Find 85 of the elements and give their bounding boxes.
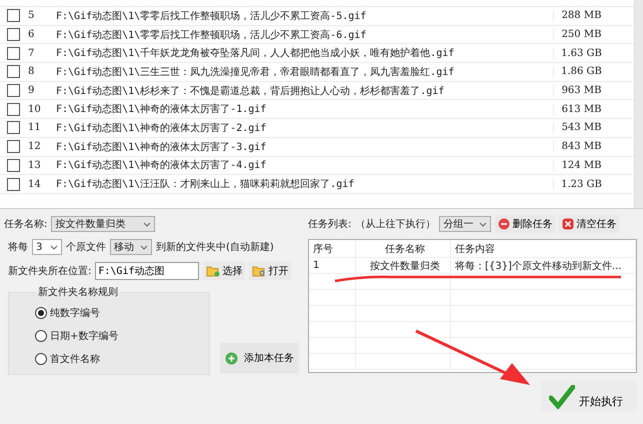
row-number: 11 — [28, 122, 42, 134]
rule-group-title: 新文件夹名称规则 — [37, 286, 119, 299]
close-icon — [562, 218, 574, 230]
group-dropdown[interactable]: 分组一 — [439, 216, 492, 232]
task-name-label: 任务名称: — [4, 218, 48, 231]
row-number: 13 — [28, 160, 42, 171]
row-number: 7 — [28, 48, 36, 59]
radio-circle[interactable] — [35, 306, 47, 318]
file-size: 1.23 GB — [553, 178, 609, 190]
row-checkbox[interactable] — [7, 46, 20, 60]
file-size: 1.86 GB — [553, 66, 609, 78]
select-button[interactable]: 选择 — [203, 262, 246, 280]
delete-task-button[interactable]: 删除任务 — [495, 215, 556, 233]
file-size: 288 MB — [553, 10, 609, 22]
plus-icon — [225, 352, 238, 364]
row-checkbox[interactable] — [7, 178, 20, 191]
row-checkbox[interactable] — [7, 65, 20, 78]
caret-icon — [143, 222, 152, 226]
file-size: 843 MB — [553, 141, 609, 152]
file-size: 250 MB — [553, 29, 609, 40]
add-task-button[interactable]: 添加本任务 — [220, 343, 299, 373]
file-size: 963 MB — [553, 85, 609, 96]
file-path: F:\Gif动态图\1\三生三世：凤九洗澡撞见帝君，帝君眼睛都看直了，凤九害羞脸红.gif — [56, 66, 456, 79]
file-path: F:\Gif动态图\1\神奇的液体太厉害了-3.gif — [56, 140, 268, 154]
row-number: 6 — [28, 29, 36, 40]
file-path: F:\Gif动态图\1\杉杉来了：不愧是霸道总裁，背后拥抱让人心动，杉杉都害羞了.gif — [56, 84, 446, 98]
row-number: 8 — [28, 66, 36, 78]
file-path: F:\Gif动态图\1\神奇的液体太厉害了-2.gif — [56, 122, 268, 135]
folder-icon — [252, 265, 266, 277]
rule-radio[interactable]: 日期+数字编号 — [35, 324, 209, 347]
file-path: F:\Gif动态图\1\汪汪队：才刚来山上，猫咪莉莉就想回家了.gif — [56, 178, 356, 192]
task-list-label: 任务列表: — [308, 218, 352, 231]
scrollbar[interactable] — [634, 0, 643, 208]
destination-label: 到新的文件夹中(自动新建) — [156, 240, 274, 254]
row-checkbox[interactable] — [7, 158, 20, 172]
caret-icon — [50, 244, 58, 250]
file-size: 1.63 GB — [553, 48, 609, 59]
per-label: 将每 — [8, 241, 28, 254]
open-button[interactable]: 打开 — [249, 262, 292, 280]
row-number: 5 — [28, 10, 36, 22]
radio-circle[interactable] — [35, 352, 47, 364]
task-name-dropdown[interactable]: 按文件数量归类 — [51, 216, 156, 232]
file-path: F:\Gif动态图\1\零零后找工作整顿职场，活儿少不累工资高-6.gif — [56, 28, 368, 42]
table-cell: 将每：[{3}]个原文件移动到新文件... — [451, 258, 636, 273]
radio-label: 纯数字编号 — [50, 306, 100, 320]
caret-icon — [479, 222, 488, 226]
clear-tasks-button[interactable]: 清空任务 — [559, 215, 620, 233]
row-number: 12 — [28, 141, 42, 152]
minus-icon — [498, 218, 510, 230]
radio-circle[interactable] — [35, 330, 47, 342]
unit-label: 个原文件 — [66, 240, 106, 254]
column-header[interactable]: 任务名称 — [356, 240, 451, 257]
rule-radio[interactable]: 首文件名称 — [35, 347, 209, 370]
location-label: 新文件夹所在位置: — [8, 264, 92, 278]
row-checkbox[interactable] — [7, 102, 20, 116]
row-checkbox[interactable] — [7, 84, 20, 98]
caret-icon — [140, 244, 148, 250]
row-checkbox[interactable] — [7, 140, 20, 154]
row-checkbox[interactable] — [7, 28, 20, 42]
column-header[interactable]: 序号 — [309, 240, 356, 257]
file-size: 124 MB — [553, 160, 609, 171]
file-path: F:\Gif动态图\1\零零后找工作整顿职场，活儿少不累工资高-5.gif — [56, 10, 368, 23]
count-dropdown[interactable]: 3 — [32, 239, 62, 255]
folder-icon — [206, 265, 220, 277]
file-path: F:\Gif动态图\1\神奇的液体太厉害了-4.gif — [56, 158, 268, 172]
column-header[interactable]: 任务内容 — [451, 240, 636, 257]
checkmark-icon — [549, 385, 575, 409]
radio-label: 日期+数字编号 — [50, 330, 118, 342]
table-cell: 1 — [309, 258, 356, 273]
table-cell: 按文件数量归类 — [356, 258, 451, 273]
file-path: F:\Gif动态图\1\神奇的液体太厉害了-1.gif — [56, 102, 268, 116]
file-size: 613 MB — [553, 104, 609, 115]
rule-radio[interactable]: 纯数字编号 — [35, 301, 209, 324]
row-number: 14 — [28, 178, 42, 190]
row-number: 10 — [28, 104, 42, 115]
row-checkbox[interactable] — [7, 9, 20, 22]
row-number: 9 — [28, 85, 36, 96]
row-checkbox[interactable] — [7, 121, 20, 134]
location-field[interactable]: F:\Gif动态图 — [95, 262, 200, 280]
file-path: F:\Gif动态图\1\千年妖龙龙角被夺坠落凡间，人人都把他当成小妖，唯有她护着他.gif — [56, 46, 456, 60]
action-dropdown[interactable]: 移动 — [110, 239, 152, 255]
start-button[interactable]: 开始执行 — [541, 381, 637, 411]
radio-label: 首文件名称 — [50, 352, 100, 366]
task-list-hint: （从上往下执行） — [355, 218, 436, 231]
file-size: 543 MB — [553, 122, 609, 134]
